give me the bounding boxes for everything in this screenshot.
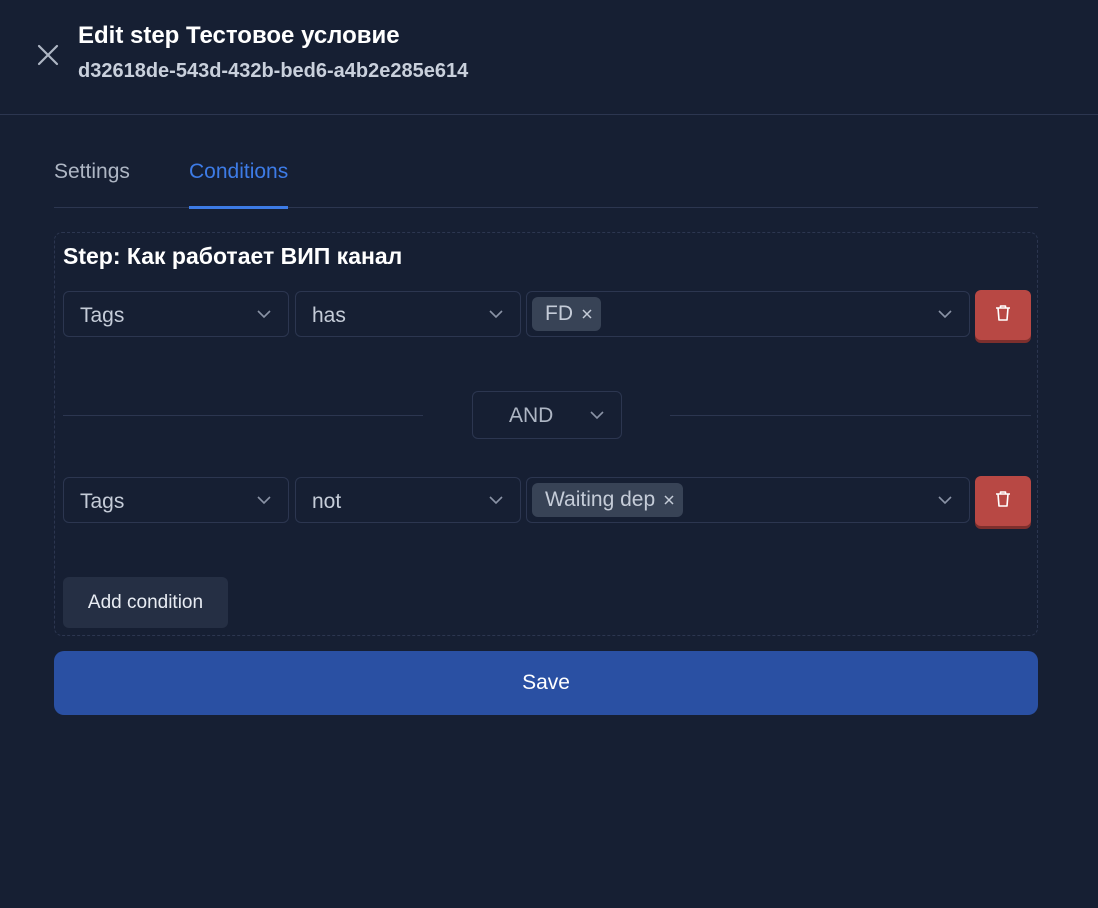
add-condition-button[interactable]: Add condition	[63, 577, 228, 628]
condition-1-operator-value: has	[312, 304, 346, 327]
chevron-down-icon	[489, 310, 503, 319]
delete-condition-2-button[interactable]	[975, 476, 1031, 526]
tag-chip-label: FD	[545, 302, 573, 325]
remove-tag-icon[interactable]	[581, 308, 593, 320]
save-button[interactable]: Save	[54, 651, 1038, 715]
divider-left	[63, 415, 423, 416]
chevron-down-icon	[590, 411, 604, 420]
logic-operator-value: AND	[509, 404, 554, 427]
tag-chip: FD	[532, 297, 601, 331]
condition-2-field-select[interactable]: Tags	[63, 477, 289, 523]
chevron-down-icon	[938, 496, 952, 505]
step-id: d32618de-543d-432b-bed6-a4b2e285e614	[78, 60, 469, 82]
condition-1-values-select[interactable]: FD	[526, 291, 970, 337]
modal-header: Edit step Тестовое условие d32618de-543d…	[0, 0, 1098, 115]
conditions-panel: Step: Как работает ВИП канал Tags has FD…	[54, 232, 1038, 636]
chevron-down-icon	[257, 310, 271, 319]
tab-settings[interactable]: Settings	[54, 160, 130, 206]
condition-1-field-value: Tags	[80, 304, 125, 327]
condition-1-field-select[interactable]: Tags	[63, 291, 289, 337]
tab-bar: Settings Conditions	[54, 140, 1038, 209]
condition-2-operator-value: not	[312, 490, 342, 513]
tab-conditions[interactable]: Conditions	[189, 160, 289, 209]
chevron-down-icon	[489, 496, 503, 505]
tag-chip-label: Waiting dep	[545, 488, 656, 511]
trash-icon	[996, 305, 1010, 321]
page-title: Edit step Тестовое условие	[78, 22, 400, 49]
logic-operator-select[interactable]: AND	[472, 391, 622, 439]
condition-2-operator-select[interactable]: not	[295, 477, 521, 523]
chevron-down-icon	[938, 310, 952, 319]
delete-condition-1-button[interactable]	[975, 290, 1031, 340]
remove-tag-icon[interactable]	[663, 494, 675, 506]
chevron-down-icon	[257, 496, 271, 505]
condition-1-operator-select[interactable]: has	[295, 291, 521, 337]
trash-icon	[996, 491, 1010, 507]
step-title: Step: Как работает ВИП канал	[63, 243, 403, 269]
divider-right	[670, 415, 1031, 416]
close-icon[interactable]	[34, 41, 62, 69]
tag-chip: Waiting dep	[532, 483, 684, 517]
condition-2-field-value: Tags	[80, 490, 125, 513]
condition-2-values-select[interactable]: Waiting dep	[526, 477, 970, 523]
